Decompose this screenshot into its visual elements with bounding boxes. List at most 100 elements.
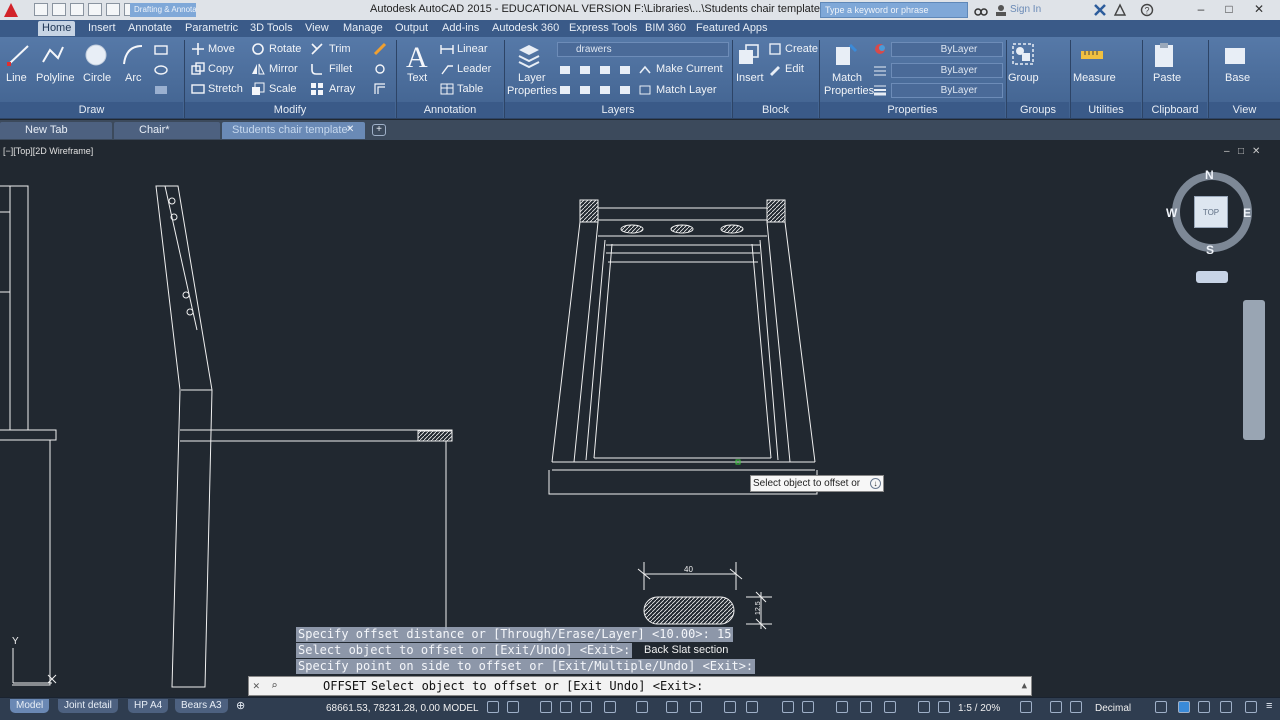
layer-properties-label-1[interactable]: Layer (518, 72, 546, 84)
hatch-icon[interactable] (154, 64, 168, 76)
modify-panel-title[interactable]: Modify (185, 102, 395, 118)
tab-autodesk-360[interactable]: Autodesk 360 (488, 21, 563, 36)
base-view-icon[interactable] (1222, 42, 1248, 68)
properties-panel-title[interactable]: Properties (820, 102, 1005, 118)
linetype-dropdown[interactable]: ByLayer (891, 63, 1003, 78)
color-dropdown[interactable]: ByLayer (891, 42, 1003, 57)
compass-east[interactable]: E (1243, 206, 1251, 220)
search-input[interactable]: Type a keyword or phrase (820, 2, 968, 18)
help-icon[interactable]: ? (1140, 3, 1154, 17)
infer-constraints-icon[interactable] (540, 701, 552, 713)
snap-icon[interactable] (507, 701, 519, 713)
auto-scale-icon[interactable] (938, 701, 950, 713)
layer-properties-label-2[interactable]: Properties (507, 85, 557, 97)
navigation-bar[interactable] (1243, 300, 1265, 440)
object-snap-icon[interactable] (690, 701, 702, 713)
lock-ui-icon[interactable] (1178, 701, 1190, 713)
create-block-icon[interactable] (768, 42, 782, 56)
drawing-canvas[interactable]: 40 12.5 Y (0, 140, 1280, 696)
workspace-dropdown[interactable]: Drafting & Annotation (130, 3, 196, 17)
isodraft-icon[interactable] (636, 701, 648, 713)
move-button[interactable]: Move (208, 43, 235, 55)
tab-insert[interactable]: Insert (84, 21, 120, 36)
layer-properties-icon[interactable] (515, 42, 543, 70)
stretch-icon[interactable] (191, 82, 205, 96)
polyline-icon[interactable] (40, 42, 66, 68)
explode-icon[interactable] (373, 62, 387, 76)
draw-panel-title[interactable]: Draw (0, 102, 183, 118)
linetype-icon[interactable] (873, 63, 887, 77)
make-current-icon[interactable] (638, 63, 652, 77)
layer-state-icon-6[interactable] (578, 83, 592, 97)
tab-3d-tools[interactable]: 3D Tools (246, 21, 297, 36)
clipboard-panel-title[interactable]: Clipboard (1143, 102, 1207, 118)
erase-icon[interactable] (373, 42, 387, 56)
trim-button[interactable]: Trim (329, 43, 351, 55)
quick-properties-icon[interactable] (1155, 701, 1167, 713)
circle-button[interactable]: Circle (83, 72, 111, 84)
linear-dim-icon[interactable] (440, 42, 454, 56)
gradient-icon[interactable] (154, 84, 168, 96)
tooltip-expand-icon[interactable]: ↓ (870, 478, 881, 489)
transparency-icon[interactable] (746, 701, 758, 713)
paste-button[interactable]: Paste (1153, 72, 1181, 84)
table-button[interactable]: Table (457, 83, 483, 95)
add-icon[interactable] (1050, 701, 1062, 713)
layer-dropdown[interactable]: drawers (557, 42, 729, 57)
grid-icon[interactable] (487, 701, 499, 713)
copy-button[interactable]: Copy (208, 63, 234, 75)
file-tab-new[interactable]: New Tab (0, 122, 112, 139)
plot-icon[interactable] (106, 3, 120, 16)
command-search-icon[interactable]: ⌕ (271, 677, 278, 695)
layout-tab-bears-a3[interactable]: Bears A3 (175, 699, 228, 713)
model-space-toggle[interactable]: MODEL (443, 703, 479, 714)
ortho-icon[interactable] (580, 701, 592, 713)
create-button[interactable]: Create (785, 43, 818, 55)
tab-home[interactable]: Home (38, 21, 76, 36)
layer-state-icon-8[interactable] (618, 83, 632, 97)
stretch-button[interactable]: Stretch (208, 83, 243, 95)
layout-tab-joint-detail[interactable]: Joint detail (58, 699, 118, 713)
view-panel-title[interactable]: View (1209, 102, 1280, 118)
save-as-icon[interactable] (88, 3, 102, 16)
move-icon[interactable] (191, 42, 205, 56)
add-layout-button[interactable]: ⊕ (236, 699, 245, 712)
make-current-button[interactable]: Make Current (656, 63, 723, 75)
color-wheel-icon[interactable] (873, 42, 887, 56)
new-icon[interactable] (34, 3, 48, 16)
settings-icon[interactable] (1020, 701, 1032, 713)
insert-icon[interactable] (736, 42, 762, 68)
lineweight-display-icon[interactable] (724, 701, 736, 713)
array-icon[interactable] (310, 82, 324, 96)
circle-icon[interactable] (83, 42, 109, 68)
match-properties-label-2[interactable]: Properties (824, 85, 874, 97)
compass-south[interactable]: S (1206, 243, 1214, 257)
tab-add-ins[interactable]: Add-ins (438, 21, 483, 36)
clean-screen-icon[interactable] (1245, 701, 1257, 713)
add-tab-button[interactable]: + (372, 124, 386, 136)
autocad-logo-icon[interactable] (2, 1, 20, 19)
trim-icon[interactable] (310, 42, 324, 56)
workspace-switch-icon[interactable] (836, 701, 848, 713)
command-history-toggle[interactable]: ▲ (1022, 677, 1027, 695)
selection-cycling-icon[interactable] (782, 701, 794, 713)
save-icon[interactable] (70, 3, 84, 16)
customization-icon[interactable]: ≡ (1266, 700, 1272, 712)
minimize-button[interactable]: – (1192, 2, 1210, 17)
isolate-objects-icon[interactable] (1198, 701, 1210, 713)
3d-osnap-icon[interactable] (860, 701, 872, 713)
linear-button[interactable]: Linear (457, 43, 488, 55)
fillet-icon[interactable] (310, 62, 324, 76)
base-button[interactable]: Base (1225, 72, 1250, 84)
viewcube-top-face[interactable]: TOP (1194, 196, 1228, 228)
scale-button[interactable]: Scale (269, 83, 297, 95)
tab-output[interactable]: Output (391, 21, 432, 36)
rectangle-icon[interactable] (154, 44, 168, 56)
tab-bim-360[interactable]: BIM 360 (641, 21, 690, 36)
edit-button[interactable]: Edit (785, 63, 804, 75)
lineweight-icon[interactable] (873, 83, 887, 97)
block-panel-title[interactable]: Block (733, 102, 818, 118)
compass-north[interactable]: N (1205, 168, 1214, 182)
rotate-icon[interactable] (251, 42, 265, 56)
layout-tab-hp-a4[interactable]: HP A4 (128, 699, 169, 713)
